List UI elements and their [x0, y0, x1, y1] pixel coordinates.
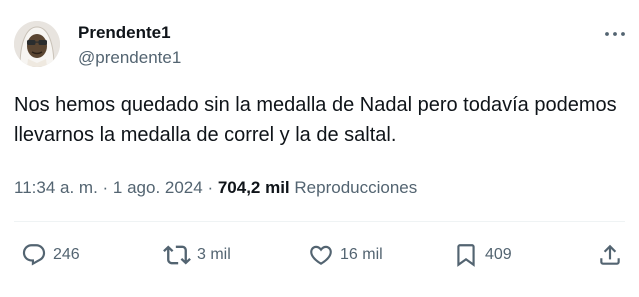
tweet-card: Prendente1 @prendente1 Nos hemos quedado… [0, 0, 639, 297]
repost-icon [163, 245, 191, 265]
share-icon [600, 244, 620, 265]
bookmark-button[interactable]: 409 [453, 238, 512, 272]
divider [14, 221, 625, 222]
share-button[interactable] [597, 238, 623, 272]
reply-icon [22, 244, 46, 266]
heart-icon [310, 245, 332, 265]
display-name[interactable]: Prendente1 [78, 23, 171, 43]
user-handle[interactable]: @prendente1 [78, 48, 181, 68]
meta-separator: · [97, 178, 113, 197]
like-button[interactable]: 16 mil [308, 238, 383, 272]
reply-button[interactable]: 246 [21, 238, 80, 272]
views-label[interactable]: Reproducciones [294, 178, 417, 197]
tweet-time[interactable]: 11:34 a. m. [14, 178, 98, 197]
bookmark-count: 409 [485, 246, 512, 263]
tweet-text: Nos hemos quedado sin la medalla de Nada… [14, 94, 617, 146]
reply-count: 246 [53, 246, 80, 263]
views-count[interactable]: 704,2 mil [218, 178, 290, 197]
repost-button[interactable]: 3 mil [163, 238, 231, 272]
tweet-meta: 11:34 a. m. · 1 ago. 2024 · 704,2 mil Re… [14, 177, 417, 199]
meta-separator: · [202, 178, 218, 197]
profile-photo-icon [14, 21, 60, 67]
bookmark-icon [457, 244, 475, 267]
action-bar: 246 3 mil 16 mil 409 [0, 238, 639, 272]
repost-count: 3 mil [197, 246, 231, 263]
more-horizontal-icon [605, 32, 625, 36]
tweet-date[interactable]: 1 ago. 2024 [113, 178, 203, 197]
more-options-button[interactable] [602, 26, 628, 42]
avatar[interactable] [14, 21, 60, 67]
like-count: 16 mil [340, 246, 383, 263]
